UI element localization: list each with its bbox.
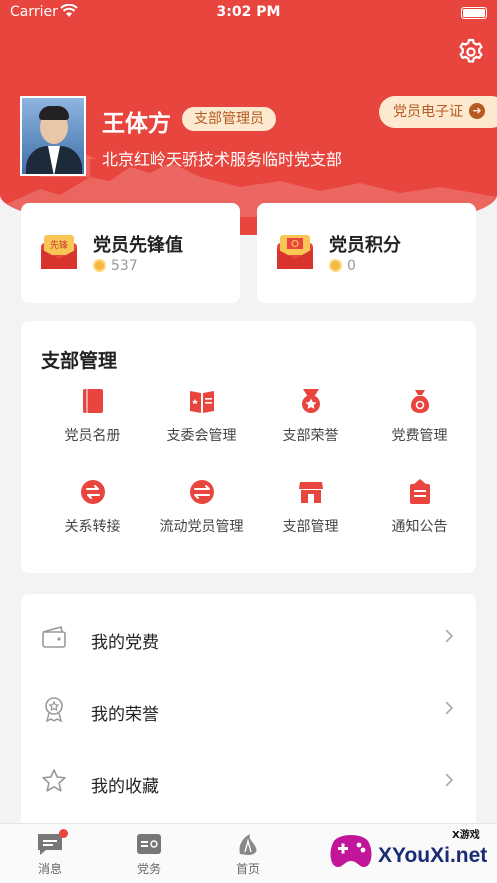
party-points-card[interactable]: 党员积分 0 xyxy=(257,203,476,303)
grid-item-mobile-member-management[interactable]: 流动党员管理 xyxy=(145,478,258,558)
star-icon xyxy=(42,769,66,792)
clock: 3:02 PM xyxy=(216,4,281,20)
grid-item-notice-bulletin[interactable]: 通知公告 xyxy=(363,478,476,558)
battery-icon xyxy=(461,7,487,19)
store-icon xyxy=(298,482,323,503)
medal-icon xyxy=(301,389,320,413)
grid-item-branch-honors[interactable]: 支部荣誉 xyxy=(254,387,367,467)
chevron-right-icon xyxy=(445,629,454,643)
chevron-right-icon xyxy=(445,773,454,787)
vanguard-value-title: 党员先锋值 xyxy=(93,235,183,256)
home-emblem-icon xyxy=(239,834,257,855)
wallet-icon xyxy=(42,625,66,648)
transfer-icon xyxy=(80,480,105,504)
grid-item-branch-management[interactable]: 支部管理 xyxy=(254,478,367,558)
vanguard-value-card[interactable]: 先锋 党员先锋值 537 xyxy=(21,203,240,303)
menu-item-my-favorites[interactable]: 我的收藏 xyxy=(21,744,476,816)
unread-badge xyxy=(59,829,68,838)
status-bar: Carrier 3:02 PM xyxy=(0,0,497,26)
organization-name: 北京红岭天骄技术服务临时党支部 xyxy=(102,150,343,169)
grid-item-dues-management[interactable]: 党费管理 xyxy=(363,387,476,467)
party-ecard-button[interactable]: 党员电子证 ➜ xyxy=(379,96,497,128)
grid-item-committee-management[interactable]: 支委会管理 xyxy=(145,387,258,467)
vanguard-envelope-icon: 先锋 xyxy=(41,235,77,269)
money-bag-icon xyxy=(410,390,429,413)
svg-text:先锋: 先锋 xyxy=(50,239,68,251)
committee-book-icon xyxy=(189,391,214,413)
party-points-icon xyxy=(277,235,313,269)
grid-item-member-roster[interactable]: 党员名册 xyxy=(36,387,149,467)
settings-gear-icon[interactable] xyxy=(457,38,485,66)
chevron-right-icon xyxy=(445,701,454,715)
tab-party-affairs[interactable]: 党务 xyxy=(119,832,179,877)
grid-item-relation-transfer[interactable]: 关系转接 xyxy=(36,478,149,558)
book-icon xyxy=(82,389,103,413)
gamepad-logo-icon xyxy=(330,835,372,867)
arrow-right-icon: ➜ xyxy=(469,103,485,119)
coin-icon xyxy=(329,258,342,272)
mobile-member-icon xyxy=(189,480,214,504)
branch-management-panel: 支部管理 党员名册 支委会管理 支部荣誉 党费管理 关系转接 流动党员管理 支部… xyxy=(21,321,476,573)
coin-icon xyxy=(93,258,106,272)
role-badge: 支部管理员 xyxy=(182,107,276,131)
award-icon xyxy=(45,697,63,722)
clipboard-icon xyxy=(409,479,430,504)
tab-home[interactable]: 首页 xyxy=(218,832,278,877)
menu-item-my-honors[interactable]: 我的荣誉 xyxy=(21,672,476,744)
site-watermark: X游戏 XYouXi.net xyxy=(326,823,497,883)
watermark-brand: XYouXi.net xyxy=(378,844,488,867)
menu-item-my-dues[interactable]: 我的党费 xyxy=(21,600,476,672)
party-points-value: 0 xyxy=(329,258,356,274)
watermark-tag: X游戏 xyxy=(452,830,480,841)
avatar[interactable] xyxy=(20,96,86,176)
tab-messages[interactable]: 消息 xyxy=(20,829,80,877)
branch-management-title: 支部管理 xyxy=(41,350,118,372)
party-ecard-label: 党员电子证 xyxy=(393,104,463,120)
party-affairs-icon xyxy=(137,834,161,854)
user-name: 王体方 xyxy=(102,111,171,137)
party-points-title: 党员积分 xyxy=(329,235,401,256)
personal-menu-list: 我的党费 我的荣誉 我的收藏 xyxy=(21,594,476,834)
vanguard-value: 537 xyxy=(93,258,138,274)
